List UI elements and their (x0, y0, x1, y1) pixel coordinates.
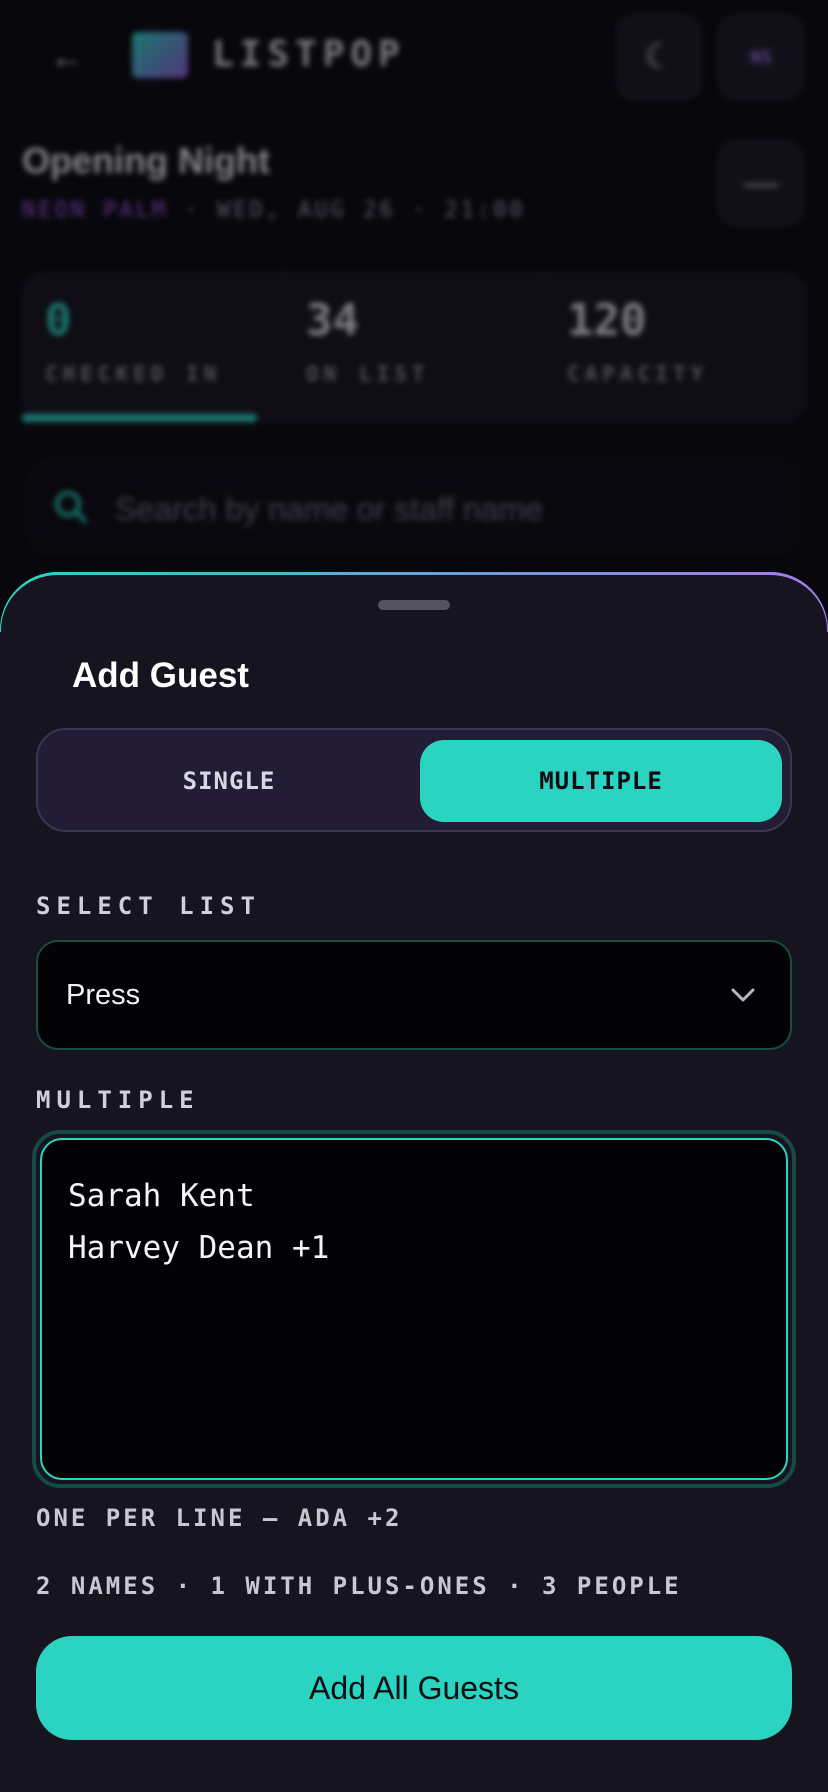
add-all-guests-button[interactable]: Add All Guests (36, 1636, 792, 1740)
tab-multiple[interactable]: MULTIPLE (420, 740, 782, 822)
multiple-names-textarea[interactable]: Sarah Kent Harvey Dean +1 (40, 1138, 788, 1480)
arrow-left-icon[interactable]: ← (50, 40, 84, 74)
sheet-drag-handle[interactable] (378, 600, 450, 610)
list-select[interactable]: Press (36, 940, 792, 1050)
avatar[interactable]: NS (718, 14, 804, 100)
minus-icon: — (744, 163, 778, 202)
stat-on-list: 34 ON LIST (284, 273, 545, 421)
format-hint: ONE PER LINE — ADA +2 (36, 1504, 403, 1532)
guest-summary: 2 NAMES · 1 WITH PLUS-ONES · 3 PEOPLE (36, 1572, 682, 1600)
list-select-value: Press (66, 979, 141, 1011)
stat-label: CHECKED IN (45, 362, 222, 386)
stat-capacity: 120 CAPACITY (545, 273, 805, 421)
moon-icon: ☾ (643, 38, 675, 76)
checkin-progress-bar (22, 414, 257, 422)
multiple-names-focus-ring: Sarah Kent Harvey Dean +1 (32, 1130, 796, 1488)
stat-value: 120 (567, 295, 647, 346)
stat-label: ON LIST (306, 362, 430, 386)
search-placeholder: Search by name or staff name (115, 491, 544, 527)
stat-label: CAPACITY (567, 362, 709, 386)
event-meta: NEON PALM · WED, AUG 26 · 21:00 (22, 198, 526, 223)
search-input[interactable]: Search by name or staff name (28, 460, 800, 554)
stat-value: 0 (45, 295, 72, 346)
app-name: LISTPOP (212, 34, 406, 75)
top-bar: ← LISTPOP ☾ NS (0, 0, 828, 112)
multiple-label: MULTIPLE (36, 1086, 200, 1114)
logo-icon (132, 32, 188, 78)
theme-toggle-button[interactable]: ☾ (616, 14, 702, 100)
mode-segmented-control: SINGLE MULTIPLE (36, 728, 792, 832)
event-menu-button[interactable]: — (718, 140, 804, 226)
select-list-label: SELECT LIST (36, 892, 261, 920)
chevron-down-icon (731, 988, 755, 1002)
stat-value: 34 (306, 295, 359, 346)
stats-card: 0 CHECKED IN 34 ON LIST 120 CAPACITY (22, 272, 806, 422)
event-datetime: · WED, AUG 26 · 21:00 (168, 198, 526, 223)
stat-checked-in: 0 CHECKED IN (23, 273, 284, 421)
event-title: Opening Night (22, 140, 270, 181)
search-icon (55, 491, 87, 523)
tab-single[interactable]: SINGLE (48, 740, 410, 822)
event-venue: NEON PALM (22, 198, 169, 223)
sheet-title: Add Guest (72, 656, 249, 695)
